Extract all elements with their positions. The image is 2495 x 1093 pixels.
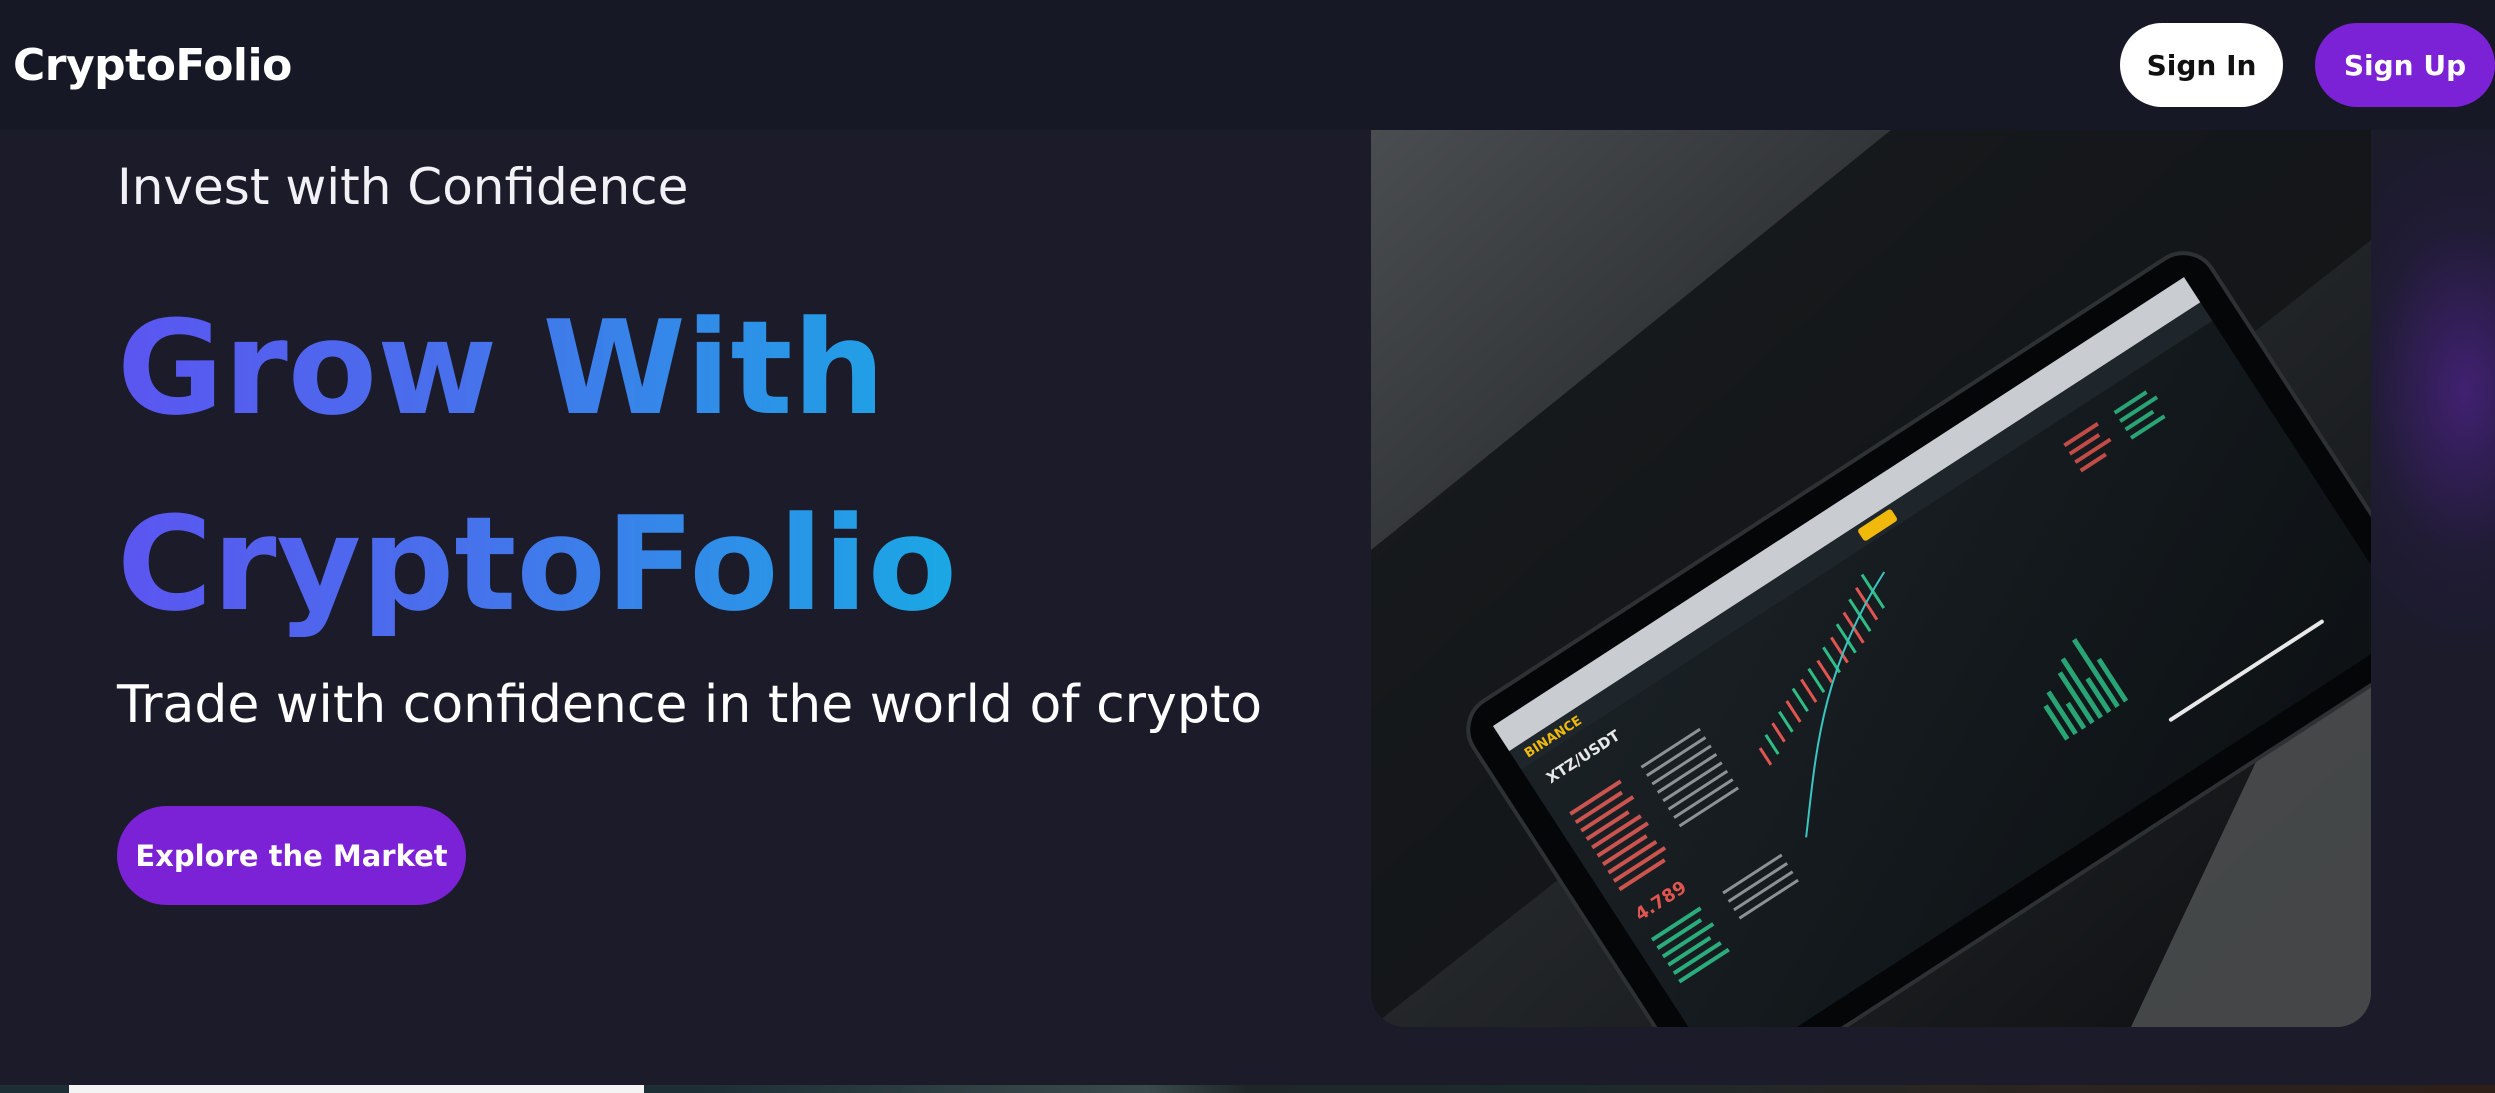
hero-headline-line-1: Grow With	[117, 292, 886, 444]
explore-market-button[interactable]: Explore the Market	[117, 806, 466, 905]
site-logo[interactable]: CryptoFolio	[13, 40, 292, 91]
hero-subline: Trade with confidence in the world of cr…	[117, 675, 1263, 735]
nav-actions: Sign In Sign Up	[2120, 23, 2495, 107]
hero-tagline: Invest with Confidence	[117, 158, 689, 216]
hero-headline: Grow With CryptoFolio	[117, 270, 957, 662]
hero-headline-line-2: CryptoFolio	[117, 488, 958, 640]
tablet-trading-chart-image: BINANCE XTZ/USDT 4.789	[1371, 130, 2371, 1027]
navbar: CryptoFolio Sign In Sign Up	[0, 0, 2495, 130]
sign-in-button[interactable]: Sign In	[2120, 23, 2283, 107]
sign-up-button[interactable]: Sign Up	[2315, 23, 2495, 107]
next-section-card-preview	[69, 1085, 644, 1093]
tablet-illustration: BINANCE XTZ/USDT 4.789	[1371, 130, 2371, 1027]
